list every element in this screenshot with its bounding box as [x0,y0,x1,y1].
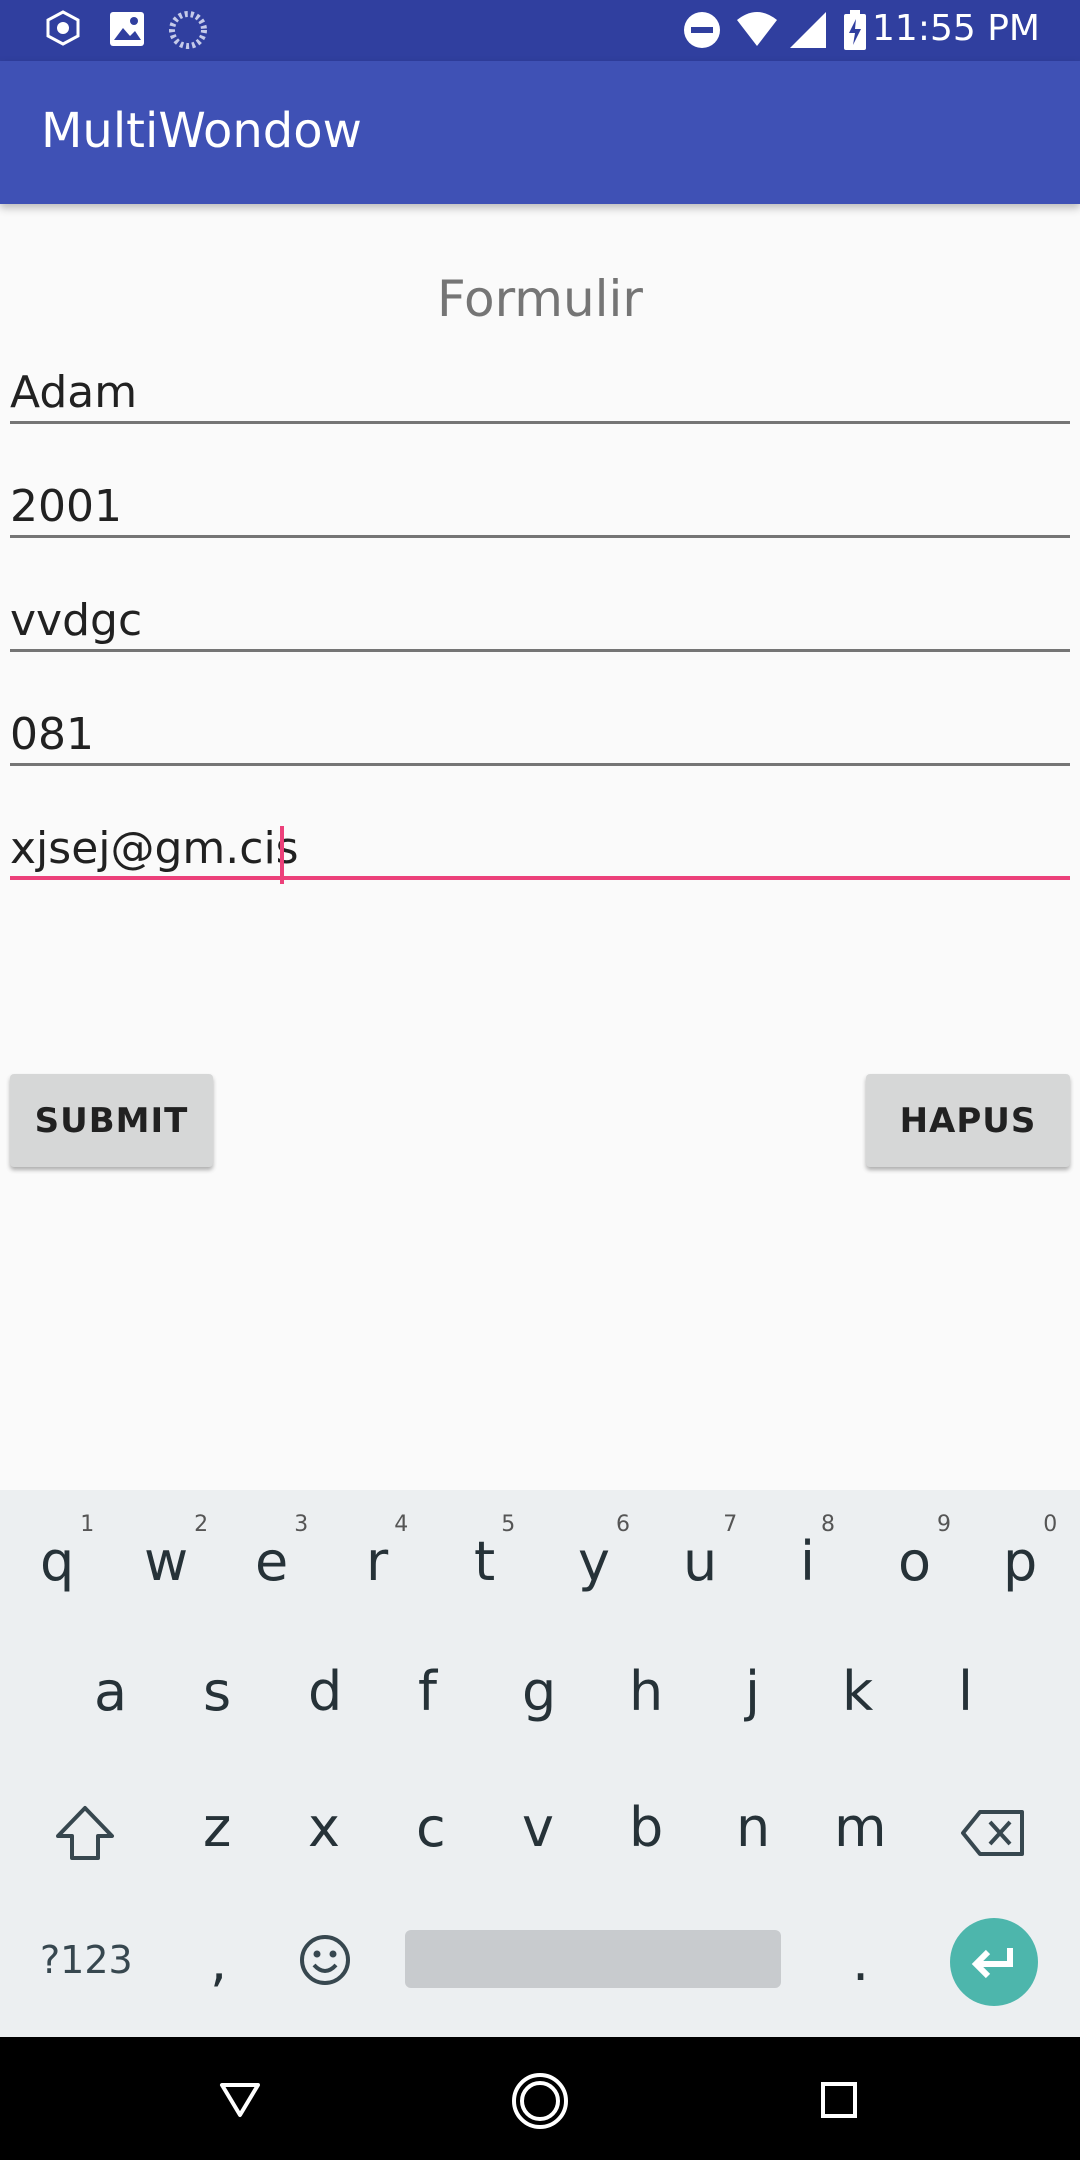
key-k[interactable]: k [842,1660,873,1723]
battery-charging-icon [844,10,866,50]
app-bar: MultiWondow [0,61,1080,204]
comma-key[interactable]: , [210,1930,227,1993]
key-q[interactable]: q1 [40,1512,94,1593]
key-m[interactable]: m [834,1796,887,1859]
navigation-bar [0,2037,1080,2160]
key-x[interactable]: x [308,1796,340,1859]
back-icon[interactable] [218,2081,262,2119]
name-input[interactable] [10,364,1070,420]
soft-keyboard: q1 w2 e3 r4 t5 y6 u7 i8 o9 p0 a s d f g … [0,1490,1080,2037]
key-b[interactable]: b [629,1796,663,1859]
recents-icon[interactable] [820,2081,858,2119]
wifi-icon [737,12,777,46]
loading-icon [169,11,207,49]
cell-signal-icon [790,12,826,48]
key-d[interactable]: d [308,1660,342,1723]
phone-field[interactable] [10,706,1070,766]
address-field[interactable] [10,592,1070,652]
key-v[interactable]: v [522,1796,554,1859]
do-not-disturb-icon [684,12,720,48]
key-w[interactable]: w2 [144,1512,208,1593]
symbols-key[interactable]: ?123 [40,1938,133,1982]
key-c[interactable]: c [416,1796,446,1859]
status-time: 11:55 PM [872,8,1040,49]
key-t[interactable]: t5 [474,1512,515,1593]
key-j[interactable]: j [745,1660,760,1723]
period-key[interactable]: . [852,1930,869,1993]
address-input[interactable] [10,592,1070,648]
phone-input[interactable] [10,706,1070,762]
emoji-icon[interactable] [298,1933,352,1987]
key-n[interactable]: n [736,1796,770,1859]
enter-key[interactable] [950,1918,1038,2006]
clear-button[interactable]: HAPUS [866,1074,1070,1167]
status-bar: 11:55 PM [0,0,1080,61]
space-key[interactable] [405,1930,781,1988]
app-notification-icon [46,10,80,46]
text-cursor [280,826,284,884]
email-field[interactable] [10,820,1070,884]
key-h[interactable]: h [629,1660,663,1723]
key-a[interactable]: a [94,1660,127,1723]
shift-icon[interactable] [54,1804,116,1862]
year-input[interactable] [10,478,1070,534]
key-o[interactable]: o9 [898,1512,951,1593]
key-g[interactable]: g [522,1660,556,1723]
key-r[interactable]: r4 [366,1512,408,1593]
email-input[interactable] [10,820,1070,876]
home-icon[interactable] [510,2071,570,2131]
key-y[interactable]: y6 [578,1512,630,1593]
submit-button[interactable]: SUBMIT [10,1074,213,1167]
image-icon [110,12,144,46]
name-field[interactable] [10,364,1070,424]
key-f[interactable]: f [418,1660,437,1723]
key-z[interactable]: z [203,1796,231,1859]
app-title: MultiWondow [41,103,362,159]
enter-icon [971,1948,1013,1979]
key-e[interactable]: e3 [255,1512,308,1593]
key-i[interactable]: i8 [800,1512,835,1593]
key-l[interactable]: l [958,1660,973,1723]
key-p[interactable]: p0 [1003,1512,1057,1593]
form-title: Formulir [437,270,643,328]
key-u[interactable]: u7 [683,1512,737,1593]
backspace-icon[interactable] [960,1808,1026,1858]
key-s[interactable]: s [203,1660,231,1723]
year-field[interactable] [10,478,1070,538]
